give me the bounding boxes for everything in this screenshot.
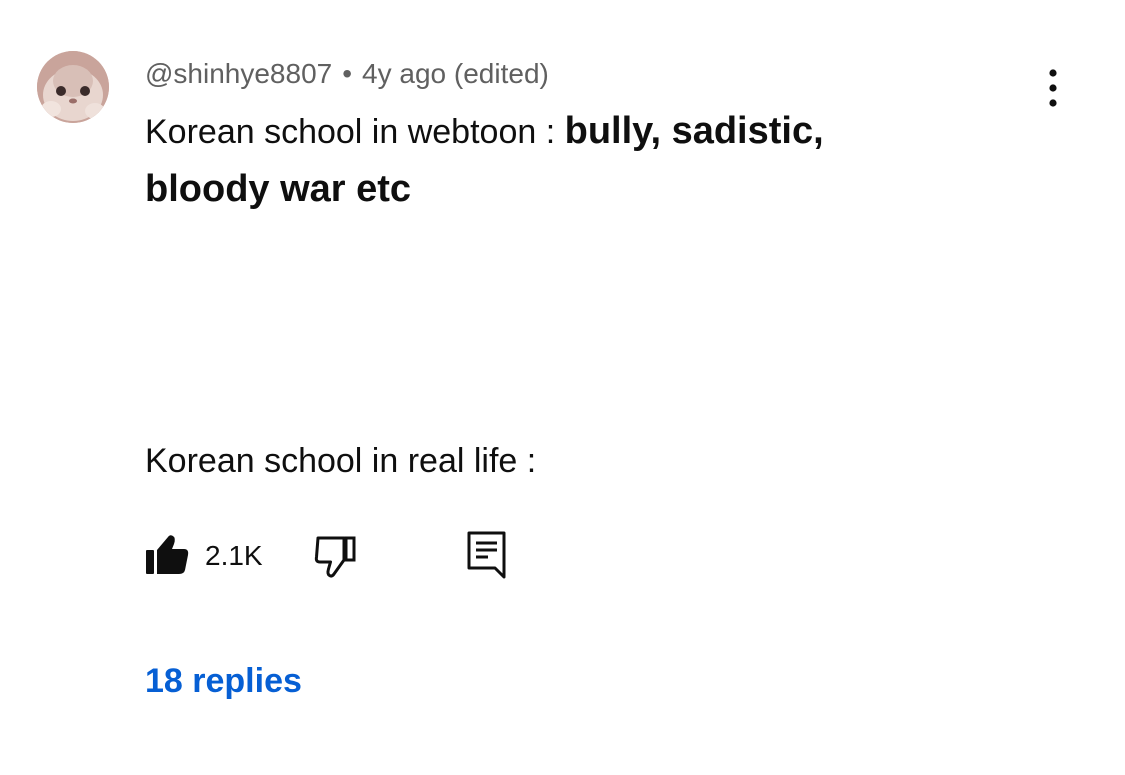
comment-text-line-2: bloody war etc bbox=[145, 167, 411, 212]
view-replies-link[interactable]: 18 replies bbox=[145, 659, 302, 703]
separator-dot: • bbox=[342, 58, 353, 89]
thumbs-up-filled-icon bbox=[146, 535, 189, 574]
edited-label: (edited) bbox=[453, 58, 549, 89]
more-options-button[interactable] bbox=[1033, 66, 1073, 110]
dislike-button[interactable] bbox=[310, 532, 362, 580]
comment-text-bold-1: bully, sadistic, bbox=[564, 110, 824, 152]
reply-button[interactable] bbox=[462, 528, 512, 582]
comment-text-real-life: Korean school in real life : bbox=[145, 442, 537, 480]
author-name[interactable]: @shinhye8807 bbox=[145, 58, 332, 89]
timestamp[interactable]: 4y ago bbox=[362, 58, 446, 89]
comment-header: @shinhye8807 • 4y ago (edited) bbox=[145, 56, 549, 92]
cat-avatar-image bbox=[37, 51, 109, 123]
comment-reply-icon bbox=[467, 531, 506, 579]
vertical-ellipsis-icon bbox=[1049, 69, 1057, 107]
like-count: 2.1K bbox=[205, 540, 263, 571]
avatar[interactable] bbox=[37, 51, 109, 123]
comment-text-line-1: Korean school in webtoon : bully, sadist… bbox=[145, 109, 824, 154]
thumbs-down-outline-icon bbox=[314, 536, 356, 578]
comment-text-bold-2: bloody war etc bbox=[145, 168, 412, 210]
like-button[interactable] bbox=[142, 530, 192, 580]
comment-text-line-3: Korean school in real life : bbox=[145, 439, 536, 483]
comment-text-prefix: Korean school in webtoon : bbox=[145, 113, 565, 151]
